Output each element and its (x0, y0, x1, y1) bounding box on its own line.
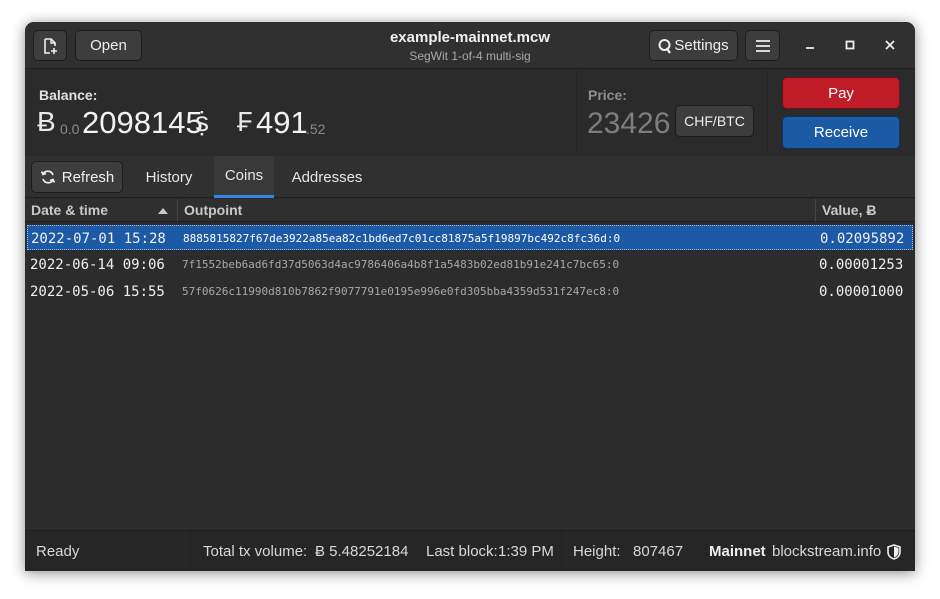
row-value: 0.00001253 (819, 256, 904, 273)
column-header-date-label: Date & time (31, 202, 109, 218)
tab-addresses-label: Addresses (291, 168, 363, 186)
table-row[interactable]: 2022-05-06 15:55 57f0626c11990d810b7862f… (27, 279, 913, 304)
column-header-value[interactable]: Value, Ƀ (816, 199, 915, 222)
currency-pair-label: CHF/BTC (684, 113, 745, 129)
app-window: Open example-mainnet.mcw SegWit 1-of-4 m… (25, 22, 915, 571)
fiat-balance-main: 491 (256, 105, 308, 140)
fiat-balance-cents: .52 (306, 121, 326, 137)
tab-coins-label: Coins (224, 167, 264, 184)
receive-button-label: Receive (813, 124, 869, 141)
status-divider (190, 531, 191, 571)
tab-bar: Refresh History Coins Addresses (25, 156, 915, 198)
window-title: example-mainnet.mcw (389, 29, 551, 46)
tx-volume-value: Ƀ 5.48252184 (315, 543, 409, 560)
height-label: Height: (573, 543, 621, 560)
btc-balance-prefix: 0.0 (60, 121, 80, 137)
main-menu-button[interactable] (745, 30, 780, 61)
table-row[interactable]: 2022-06-14 09:06 7f1552beb6ad6fd37d5063d… (27, 252, 913, 277)
status-bar: Ready Total tx volume: Ƀ 5.48252184 Last… (25, 530, 915, 571)
row-date: 2022-06-14 09:06 (30, 256, 165, 273)
row-value: 0.02095892 (820, 230, 905, 247)
refresh-icon (40, 170, 55, 184)
column-header-outpoint[interactable]: Outpoint (178, 199, 816, 222)
minimize-button[interactable] (801, 36, 819, 54)
sort-ascending-icon (158, 208, 168, 214)
close-button[interactable] (881, 36, 899, 54)
hamburger-menu-icon (755, 39, 770, 52)
fiat-symbol: ₣ (237, 106, 253, 137)
last-block-value: 1:39 PM (498, 543, 554, 560)
maximize-button[interactable] (841, 36, 859, 54)
balance-label: Balance: (39, 87, 98, 103)
status-state: Ready (36, 543, 80, 560)
column-header-value-label: Value, Ƀ (822, 202, 877, 218)
row-date: 2022-05-06 15:55 (30, 283, 165, 300)
maximize-icon (845, 40, 855, 50)
settings-icon (658, 38, 672, 54)
row-value: 0.00001000 (819, 283, 904, 300)
window-subtitle: SegWit 1-of-4 multi-sig (409, 49, 531, 63)
column-header-outpoint-label: Outpoint (184, 202, 243, 218)
minimize-icon (806, 47, 814, 49)
status-divider (561, 531, 562, 571)
btc-balance-unit: ṩ (195, 106, 209, 137)
row-outpoint: 8885815827f67de3922a85ea82c1bd6ed7c01cc8… (183, 232, 621, 245)
last-block-label: Last block: (426, 543, 498, 560)
row-outpoint: 7f1552beb6ad6fd37d5063d4ac9786406a4b8f1a… (182, 258, 620, 271)
tab-history-label: History (145, 168, 193, 186)
balance-panel: Balance: Ƀ 0.0 2098145 ṩ ₣ 491 .52 (25, 70, 576, 156)
refresh-button[interactable]: Refresh (31, 161, 123, 193)
price-panel: Price: 23426 CHF/BTC (577, 70, 767, 156)
price-value: 23426 (587, 107, 671, 140)
pay-button[interactable]: Pay (782, 77, 900, 109)
row-date: 2022-07-01 15:28 (31, 230, 166, 247)
height-value: 807467 (633, 543, 684, 560)
settings-button-label: Settings (674, 37, 729, 54)
table-row[interactable]: 2022-07-01 15:28 8885815827f67de3922a85e… (27, 225, 913, 250)
row-outpoint: 57f0626c11990d810b7862f9077791e0195e996e… (182, 285, 620, 298)
btc-balance-main: 2098145 (82, 105, 203, 140)
currency-pair-button[interactable]: CHF/BTC (675, 105, 754, 137)
column-header-date[interactable]: Date & time (25, 199, 178, 222)
tab-history[interactable]: History (133, 156, 205, 198)
refresh-button-label: Refresh (61, 168, 115, 186)
provider-name[interactable]: blockstream.info (772, 531, 881, 571)
pay-button-label: Pay (828, 84, 854, 102)
tab-coins[interactable]: Coins (214, 156, 274, 198)
shield-icon (887, 531, 901, 571)
btc-symbol: Ƀ (37, 106, 56, 137)
close-icon (885, 40, 895, 50)
coins-table: Date & time Outpoint Value, Ƀ 2022-07-01… (25, 199, 915, 530)
tab-addresses[interactable]: Addresses (283, 156, 371, 198)
receive-button[interactable]: Receive (782, 116, 900, 149)
network-name: Mainnet (709, 543, 766, 560)
header-bar: Open example-mainnet.mcw SegWit 1-of-4 m… (25, 22, 915, 69)
settings-button[interactable]: Settings (649, 30, 738, 61)
price-label: Price: (588, 87, 627, 103)
tx-volume-label: Total tx volume: (203, 543, 308, 560)
